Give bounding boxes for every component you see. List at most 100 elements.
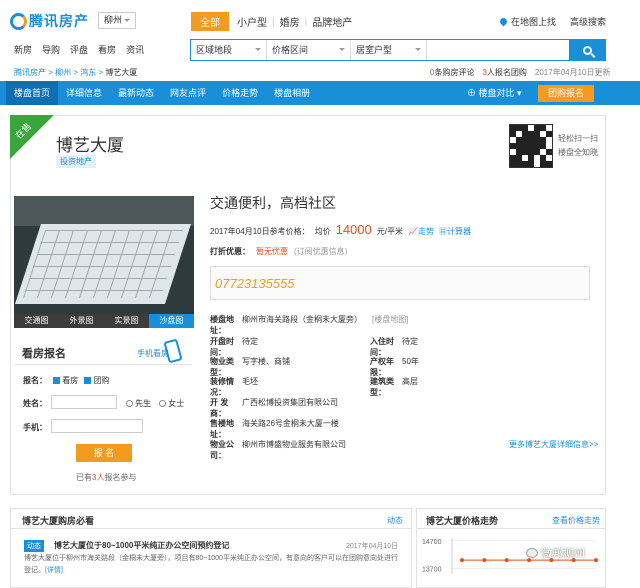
more-details-link[interactable]: 更多博艺大厦详细信息>> [509, 439, 598, 450]
price-divider [416, 528, 606, 529]
nav-guide[interactable]: 导购 [42, 43, 60, 56]
map-pin-icon [498, 16, 509, 27]
qr-cell [546, 161, 552, 167]
price-point [460, 558, 464, 563]
room-select[interactable]: 居室户型 [351, 40, 427, 60]
property-mgmt-value: 柳州市博盛物业服务有限公司 [242, 440, 346, 449]
viewing-option-label: 看房 [62, 376, 79, 385]
price-point [482, 558, 487, 563]
district-select[interactable]: 区域地段 [191, 40, 267, 60]
price-select[interactable]: 价格区间 [267, 40, 351, 60]
viewing-checkbox[interactable] [53, 377, 61, 385]
crumb-district[interactable]: 鸿东 [80, 68, 96, 77]
info-developer: 开 发 商： 广西松博投资集团有限公司 [210, 397, 338, 419]
tab-brand[interactable]: 品牌地产 [312, 14, 352, 29]
map-search-link[interactable]: 在地图上找 [498, 15, 557, 28]
mainnav-price[interactable]: 价格走势 [214, 81, 266, 105]
submit-button[interactable]: 报 名 [76, 444, 132, 462]
madam-radio[interactable] [159, 400, 167, 408]
review-label: 条购房评论 [434, 68, 475, 77]
applied-number: 3人 [92, 473, 105, 482]
signup-type-label: 报名： [23, 376, 47, 385]
site-logo[interactable]: 腾讯房产 [10, 11, 89, 31]
photo-tab-real[interactable]: 实景图 [104, 314, 149, 328]
checkin-value: 待定 [402, 337, 418, 346]
nav-news[interactable]: 资讯 [126, 43, 144, 56]
sales-phone: 07723135555 [210, 266, 590, 300]
name-label: 姓名： [23, 399, 47, 408]
news-more-link[interactable]: 动态 [387, 515, 403, 526]
name-input[interactable] [51, 395, 117, 409]
open-value: 待定 [242, 337, 258, 346]
mainnav-updates[interactable]: 最新动态 [110, 81, 162, 105]
advanced-search-link[interactable]: 高级搜索 [570, 15, 606, 28]
search-icon [582, 45, 592, 55]
photo-tab-exterior[interactable]: 外景图 [59, 314, 104, 328]
nav-new-homes[interactable]: 新房 [14, 43, 32, 56]
group-buy-checkbox[interactable] [84, 377, 92, 385]
news-item-title[interactable]: 博艺大厦位于80~1000平米纯正办公空间预约登记 [54, 540, 229, 551]
map-search-label: 在地图上找 [511, 17, 557, 27]
applied-post: 报名参与 [104, 473, 137, 482]
tab-small[interactable]: 小户型 [237, 14, 267, 29]
tab-all[interactable]: 全部 [191, 12, 229, 31]
developer-label: 开 发 商： [210, 398, 229, 418]
watermark-text: 微邦柳州 [541, 548, 585, 560]
news-body-text: 博艺大厦位于柳州市海关路段（金桐未大厦旁），项目有80~1000平米纯正办公空间… [24, 555, 398, 574]
group-stat[interactable]: 3人报名团购 [482, 67, 526, 78]
mainnav-album[interactable]: 楼盘相册 [266, 81, 318, 105]
review-stat[interactable]: 0条购房评论 [430, 67, 474, 78]
sales-office-label: 售楼地址： [210, 419, 234, 439]
info-address: 楼盘地址： 柳州市海关路段（金桐未大厦旁） [楼盘地图] [210, 314, 408, 336]
city-select[interactable]: 柳州 [98, 12, 136, 29]
price-row: 2017年04月10日参考价格： 均价 14000 元/平米 📈走势 ▦计算器 [210, 222, 471, 237]
search-button[interactable] [569, 40, 605, 60]
price-point [594, 558, 598, 563]
mobile-viewing-link[interactable]: 手机看房 [137, 348, 169, 359]
sand-table-model [15, 224, 191, 304]
group-signup-button[interactable]: 团购报名 [538, 85, 594, 102]
news-tag: 动态 [24, 540, 44, 552]
nav-viewing[interactable]: 看房 [98, 43, 116, 56]
developer-value: 广西松博投资集团有限公司 [242, 398, 338, 407]
mainnav-home[interactable]: 楼盘首页 [6, 81, 59, 105]
news-detail-link[interactable]: [详情] [45, 567, 63, 574]
news-item-date: 2017年04月10日 [346, 543, 399, 550]
compare-label: 楼盘对比 [478, 88, 515, 98]
map-link[interactable]: [楼盘地图] [372, 314, 408, 336]
madam-label: 女士 [168, 399, 185, 408]
phone-input[interactable] [51, 419, 143, 433]
gender-options: 先生 女士 [120, 398, 184, 409]
photo-tabs: 交通图 外景图 实景图 沙盘图 [14, 314, 194, 328]
nav-review[interactable]: 评盘 [70, 43, 88, 56]
crumb-city[interactable]: 柳州 [55, 68, 71, 77]
mainnav-reviews[interactable]: 网友点评 [162, 81, 214, 105]
deco-label: 装修情况： [210, 377, 234, 397]
mainnav-details[interactable]: 详细信息 [58, 81, 110, 105]
sir-radio[interactable] [126, 400, 133, 408]
compare-button[interactable]: ⊕ 楼盘对比 ▾ [467, 86, 522, 99]
update-date: 2017年04月10日更新 [534, 68, 611, 77]
type-label: 物业类型： [210, 357, 234, 377]
tab-divider: | [304, 16, 308, 27]
map-links: 在地图上找 高级搜索 [498, 15, 606, 28]
search-tabs: 全部 小户型 | 婚房 | 品牌地产 [191, 12, 352, 31]
calculator-link[interactable]: ▦计算器 [439, 226, 471, 237]
crumb-home[interactable]: 腾讯房产 [14, 68, 46, 77]
subscribe-discount-link[interactable]: (订阅优惠信息) [294, 246, 347, 257]
photo-tab-model[interactable]: 沙盘图 [149, 314, 194, 328]
info-open: 开盘时间： 待定 [210, 336, 258, 358]
y-tick-label: 13700 [422, 566, 442, 573]
property-tag[interactable]: 投资地产 [56, 155, 96, 168]
price-date-label: 2017年04月10日参考价格： [210, 227, 310, 236]
trend-link[interactable]: 📈走势 [408, 226, 434, 237]
price-more-link[interactable]: 查看价格走势 [552, 515, 600, 526]
checkin-label: 入住时间： [370, 337, 394, 357]
property-photo[interactable] [14, 196, 194, 314]
search-input[interactable] [427, 40, 569, 60]
tab-wedding[interactable]: 婚房 [280, 14, 300, 29]
signup-type-row: 报名： 看房 团购 [23, 375, 109, 386]
address-label: 楼盘地址： [210, 315, 234, 335]
photo-tab-traffic[interactable]: 交通图 [14, 314, 59, 328]
property-mgmt-label: 物业公司： [210, 440, 234, 460]
